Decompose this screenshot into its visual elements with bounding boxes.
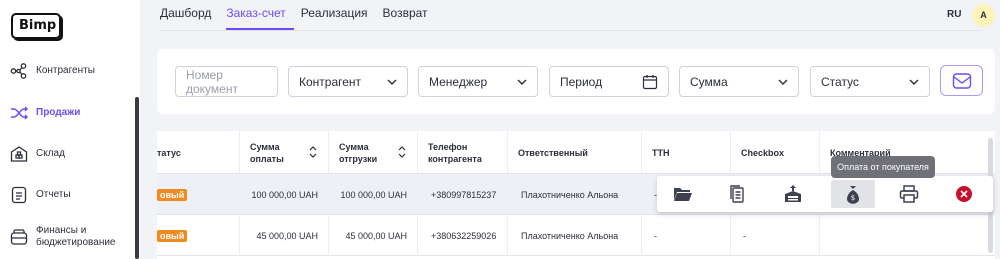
sum-label: Сумма xyxy=(690,74,728,89)
shipped-sum-cell: 45 000,00 UAH xyxy=(329,215,418,256)
column-responsible[interactable]: Ответственный xyxy=(508,131,642,174)
status-label: Статус xyxy=(821,74,859,89)
document-icon xyxy=(10,186,28,204)
sidebar-item-warehouse[interactable]: Склад xyxy=(10,145,65,163)
column-label: Телефон контрагента xyxy=(428,141,482,164)
sidebar-scrollbar[interactable] xyxy=(135,97,139,259)
doc-number-placeholder: Номер документ xyxy=(186,67,238,96)
responsible-cell: Плахотниченко Альона xyxy=(508,174,642,215)
responsible-cell: Плахотниченко Альона xyxy=(508,215,642,256)
sum-select[interactable]: Сумма xyxy=(679,66,799,97)
sidebar-item-label: Отчеты xyxy=(36,189,71,200)
counterparty-label: Контрагент xyxy=(299,74,362,89)
column-phone[interactable]: Телефон контрагента xyxy=(418,131,508,174)
sidebar-item-label: Склад xyxy=(36,148,65,159)
column-label: Сумма отгрузки xyxy=(339,141,378,164)
chevron-down-icon xyxy=(387,79,397,85)
checkbox-cell: - xyxy=(731,215,820,256)
sidebar-item-finance[interactable]: Финансы и бюджетирование xyxy=(10,225,116,249)
chevron-down-icon xyxy=(517,79,527,85)
sidebar-item-sales[interactable]: Продажи xyxy=(10,104,80,122)
print-icon xyxy=(899,185,919,203)
status-badge: овый xyxy=(157,188,188,201)
period-label: Период xyxy=(560,74,603,89)
tab-order-invoice[interactable]: Заказ-счет xyxy=(226,6,294,30)
table-row[interactable]: овый 45 000,00 UAH 45 000,00 UAH +380632… xyxy=(157,215,995,256)
status-badge: овый xyxy=(157,229,188,242)
tooltip: Оплата от покупателя xyxy=(831,156,935,178)
column-shipped-sum[interactable]: Сумма отгрузки xyxy=(329,131,418,174)
column-ttn[interactable]: ТТН xyxy=(642,131,731,174)
customer-payment-button[interactable]: $ xyxy=(831,180,875,208)
sidebar-item-label: Продажи xyxy=(36,107,81,118)
tab-return[interactable]: Возврат xyxy=(383,6,436,30)
shuffle-icon xyxy=(10,104,28,122)
ship-out-icon xyxy=(785,185,801,202)
sidebar-item-reports[interactable]: Отчеты xyxy=(10,186,71,204)
svg-text:$: $ xyxy=(851,194,855,202)
header-divider xyxy=(160,30,980,31)
email-button[interactable] xyxy=(940,65,983,96)
tab-dashboard[interactable]: Дашборд xyxy=(160,6,219,30)
tab-sales-realization[interactable]: Реализация xyxy=(301,6,376,30)
doc-number-input[interactable]: Номер документ xyxy=(175,66,278,97)
delete-icon xyxy=(956,186,972,202)
chevron-down-icon xyxy=(778,79,788,85)
money-bag-icon: $ xyxy=(847,186,859,204)
copy-document-button[interactable] xyxy=(715,180,759,208)
sidebar-item-counterparties[interactable]: Контрагенты xyxy=(10,62,95,80)
chevron-down-icon xyxy=(909,79,919,85)
status-select[interactable]: Статус xyxy=(810,66,930,97)
language-switcher[interactable]: RU xyxy=(947,9,961,20)
avatar[interactable]: A xyxy=(972,4,995,27)
ttn-cell: - xyxy=(642,215,731,256)
manager-select[interactable]: Менеджер xyxy=(418,66,538,97)
column-paid-sum[interactable]: Сумма оплаты xyxy=(240,131,329,174)
paid-sum-cell: 100 000,00 UAH xyxy=(240,174,329,215)
period-picker[interactable]: Период xyxy=(549,66,669,97)
app-logo[interactable]: Bimp xyxy=(11,13,61,39)
counterparty-select[interactable]: Контрагент xyxy=(288,66,408,97)
status-cell: овый xyxy=(157,215,240,256)
status-cell: овый xyxy=(157,174,240,215)
column-label: Сумма оплаты xyxy=(250,141,284,164)
phone-cell: +380632259026 xyxy=(418,215,508,256)
warehouse-icon xyxy=(10,145,28,163)
wallet-icon xyxy=(10,228,28,246)
network-icon xyxy=(10,62,28,80)
phone-cell: +380997815237 xyxy=(418,174,508,215)
ship-out-button[interactable] xyxy=(771,180,815,208)
column-status[interactable]: татус xyxy=(157,131,240,174)
paid-sum-cell: 45 000,00 UAH xyxy=(240,215,329,256)
calendar-icon xyxy=(642,74,658,89)
open-folder-button[interactable] xyxy=(661,180,705,208)
filter-panel: Номер документ Контрагент Менеджер Перио… xyxy=(157,49,995,114)
delete-button[interactable] xyxy=(942,180,986,208)
sidebar-item-label: Финансы и бюджетирование xyxy=(36,225,116,248)
sort-icon xyxy=(309,146,317,158)
sidebar: Bimp Контрагенты Продажи Склад Отчеты Фи… xyxy=(0,0,140,259)
row-actions-menu: $ xyxy=(657,176,993,212)
column-checkbox[interactable]: Checkbox xyxy=(731,131,820,174)
sidebar-item-label: Контрагенты xyxy=(36,65,95,76)
shipped-sum-cell: 100 000,00 UAH xyxy=(329,174,418,215)
copy-document-icon xyxy=(730,185,744,203)
print-button[interactable] xyxy=(887,180,931,208)
manager-label: Менеджер xyxy=(429,74,488,89)
top-tabs: Дашборд Заказ-счет Реализация Возврат xyxy=(160,6,443,30)
mail-icon xyxy=(952,72,971,89)
sort-icon xyxy=(398,146,406,158)
folder-icon xyxy=(674,188,692,201)
